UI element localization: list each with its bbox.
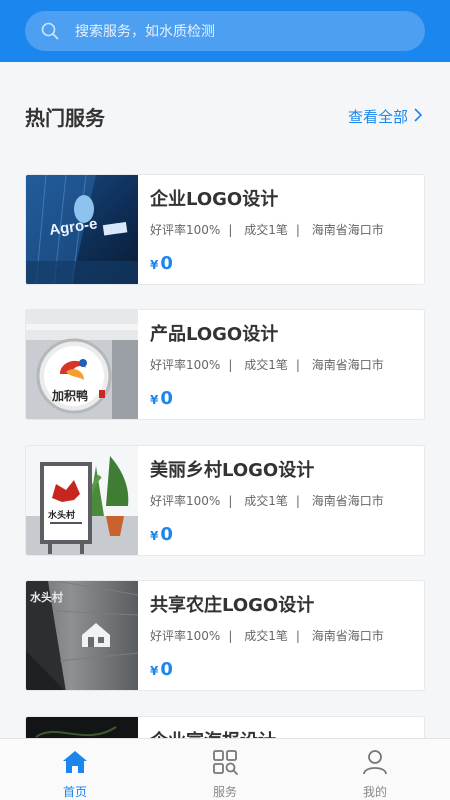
- currency-symbol: ¥: [150, 529, 159, 543]
- tab-label: 我的: [362, 785, 387, 799]
- search-input[interactable]: 搜索服务，如水质检测: [75, 21, 215, 41]
- meta-divider: |: [228, 358, 233, 372]
- meta-divider: |: [295, 358, 300, 372]
- service-meta: 好评率100% | 成交1笔 | 海南省海口市: [150, 221, 392, 238]
- tab-label: 首页: [62, 785, 87, 799]
- service-rating: 好评率100%: [150, 223, 221, 237]
- search-bar[interactable]: 搜索服务，如水质检测: [25, 11, 425, 51]
- top-bar: 搜索服务，如水质检测: [0, 0, 450, 62]
- service-card[interactable]: 水头村 共享农庄LOGO设计 好评率100% | 成交1笔 | 海南省海口市 ¥ 0: [25, 580, 425, 691]
- user-icon: [361, 749, 389, 779]
- service-title: 美丽乡村LOGO设计: [150, 460, 315, 481]
- service-meta: 好评率100% | 成交1笔 | 海南省海口市: [150, 492, 392, 509]
- service-location: 海南省海口市: [311, 494, 384, 508]
- service-deals: 成交1笔: [244, 223, 288, 237]
- meta-divider: |: [295, 494, 300, 508]
- tab-label: 服务: [212, 785, 237, 799]
- dark-poster-photo: [26, 717, 138, 738]
- view-all-label: 查看全部: [347, 108, 408, 126]
- service-deals: 成交1笔: [244, 629, 288, 643]
- main-content: 热门服务 查看全部 Agro-e ▇▇▇ 企业LOGO设计 好评率100% | …: [0, 62, 450, 738]
- search-icon: [41, 22, 59, 40]
- service-meta: 好评率100% | 成交1笔 | 海南省海口市: [150, 627, 392, 644]
- service-rating: 好评率100%: [150, 629, 221, 643]
- service-deals: 成交1笔: [244, 494, 288, 508]
- price-value: 0: [160, 388, 173, 409]
- service-meta: 好评率100% | 成交1笔 | 海南省海口市: [150, 356, 392, 373]
- meta-divider: |: [228, 629, 233, 643]
- service-price: ¥ 0: [150, 253, 173, 274]
- service-price: ¥ 0: [150, 659, 173, 680]
- meta-divider: |: [295, 629, 300, 643]
- round-sign-logo-photo: 加积鸭: [26, 310, 138, 419]
- service-rating: 好评率100%: [150, 494, 221, 508]
- svg-text:加积鸭: 加积鸭: [51, 388, 88, 403]
- chevron-right-icon: [414, 107, 423, 126]
- service-title: 企业宣海报设计: [150, 727, 276, 738]
- service-card[interactable]: 水头村 美丽乡村LOGO设计 好评率100% | 成交1笔 | 海南省海口市 ¥ 0: [25, 445, 425, 556]
- meta-divider: |: [295, 223, 300, 237]
- tab-services[interactable]: 服务: [150, 739, 300, 800]
- currency-symbol: ¥: [150, 664, 159, 678]
- tab-home[interactable]: 首页: [0, 739, 150, 800]
- service-deals: 成交1笔: [244, 358, 288, 372]
- service-location: 海南省海口市: [311, 223, 384, 237]
- bottom-tab-bar: 首页 服务 我的: [0, 738, 450, 800]
- home-icon: [61, 749, 89, 779]
- currency-symbol: ¥: [150, 393, 159, 407]
- service-card[interactable]: 企业宣海报设计: [25, 716, 425, 738]
- tab-profile[interactable]: 我的: [300, 739, 450, 800]
- building-logo-photo: Agro-e ▇▇▇: [26, 175, 138, 284]
- service-title: 企业LOGO设计: [150, 189, 279, 210]
- service-price: ¥ 0: [150, 388, 173, 409]
- price-value: 0: [160, 253, 173, 274]
- view-all-link[interactable]: 查看全部: [347, 106, 423, 127]
- section-title: 热门服务: [25, 106, 105, 130]
- service-card[interactable]: Agro-e ▇▇▇ 企业LOGO设计 好评率100% | 成交1笔 | 海南省海口…: [25, 174, 425, 285]
- grid-search-icon: [211, 749, 239, 779]
- meta-divider: |: [228, 494, 233, 508]
- service-title: 产品LOGO设计: [150, 324, 279, 345]
- service-card[interactable]: 加积鸭 产品LOGO设计 好评率100% | 成交1笔 | 海南省海口市 ¥ 0: [25, 309, 425, 420]
- service-title: 共享农庄LOGO设计: [150, 595, 315, 616]
- price-value: 0: [160, 524, 173, 545]
- wall-logo-photo: 水头村: [26, 581, 138, 690]
- meta-divider: |: [228, 223, 233, 237]
- svg-text:水头村: 水头村: [30, 590, 63, 604]
- service-location: 海南省海口市: [311, 358, 384, 372]
- service-rating: 好评率100%: [150, 358, 221, 372]
- service-price: ¥ 0: [150, 524, 173, 545]
- service-location: 海南省海口市: [311, 629, 384, 643]
- currency-symbol: ¥: [150, 258, 159, 272]
- svg-text:水头村: 水头村: [48, 509, 75, 521]
- section-header: 热门服务 查看全部: [0, 62, 450, 172]
- billboard-logo-photo: 水头村: [26, 446, 138, 555]
- price-value: 0: [160, 659, 173, 680]
